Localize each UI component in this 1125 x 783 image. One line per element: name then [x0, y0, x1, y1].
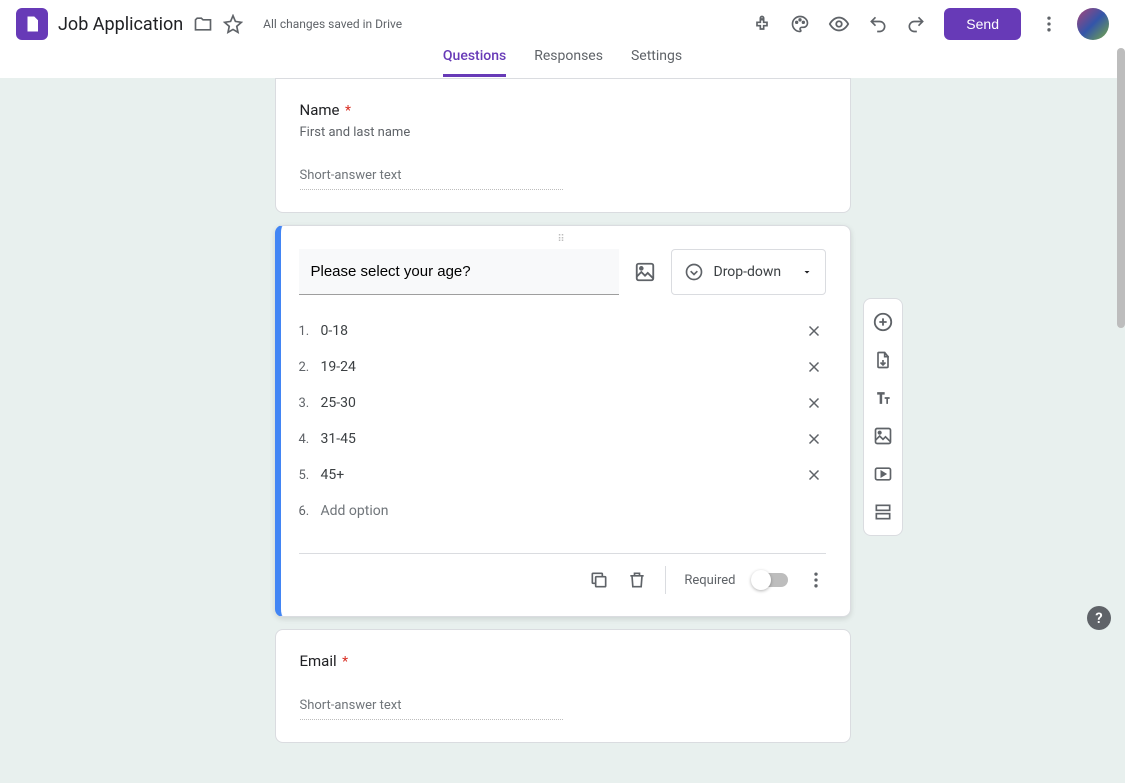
- option-number: 4.: [299, 432, 321, 447]
- add-title-icon[interactable]: [868, 383, 898, 413]
- short-answer-placeholder: Short-answer text: [300, 698, 563, 720]
- chevron-down-icon: [801, 266, 813, 278]
- remove-option-icon[interactable]: [802, 466, 826, 484]
- question-footer: Required: [299, 553, 826, 594]
- more-icon[interactable]: [1039, 14, 1059, 34]
- save-status: All changes saved in Drive: [263, 17, 402, 31]
- add-question-icon[interactable]: [868, 307, 898, 337]
- header-right: Send: [752, 8, 1109, 40]
- question-title-input[interactable]: [299, 249, 619, 295]
- required-toggle[interactable]: [754, 573, 788, 587]
- option-row[interactable]: 4. 31-45: [299, 421, 826, 457]
- dropdown-type-icon: [684, 262, 704, 282]
- short-answer-placeholder: Short-answer text: [300, 168, 563, 190]
- preview-icon[interactable]: [828, 13, 850, 35]
- option-value[interactable]: 45+: [321, 467, 802, 483]
- tab-settings[interactable]: Settings: [631, 48, 682, 77]
- addons-icon[interactable]: [752, 14, 772, 34]
- add-image-toolbar-icon[interactable]: [868, 421, 898, 451]
- dropdown-options-list: 1. 0-18 2. 19-24 3. 25-30 4. 31-45: [299, 313, 826, 529]
- question-more-icon[interactable]: [806, 570, 826, 590]
- remove-option-icon[interactable]: [802, 394, 826, 412]
- star-icon[interactable]: [223, 14, 243, 34]
- required-asterisk: *: [342, 654, 348, 670]
- tabs-bar: Questions Responses Settings: [0, 48, 1125, 78]
- add-section-icon[interactable]: [868, 497, 898, 527]
- help-icon[interactable]: ?: [1087, 606, 1111, 630]
- option-number: 5.: [299, 468, 321, 483]
- workspace: Name * First and last name Short-answer …: [0, 78, 1125, 783]
- add-video-icon[interactable]: [868, 459, 898, 489]
- redo-icon[interactable]: [906, 14, 926, 34]
- option-row[interactable]: 2. 19-24: [299, 349, 826, 385]
- required-label: Required: [684, 573, 735, 588]
- send-button[interactable]: Send: [944, 8, 1021, 40]
- question-editor-row: Drop-down: [299, 249, 826, 295]
- add-option-row[interactable]: 6. Add option: [299, 493, 826, 529]
- tab-responses[interactable]: Responses: [534, 48, 603, 77]
- separator: [665, 566, 666, 594]
- import-questions-icon[interactable]: [868, 345, 898, 375]
- delete-icon[interactable]: [627, 570, 647, 590]
- add-option-label[interactable]: Add option: [321, 503, 826, 519]
- undo-icon[interactable]: [868, 14, 888, 34]
- move-folder-icon[interactable]: [193, 14, 213, 34]
- add-image-icon[interactable]: [633, 261, 657, 283]
- forms-logo-icon[interactable]: [16, 8, 48, 40]
- remove-option-icon[interactable]: [802, 430, 826, 448]
- option-number: 6.: [299, 504, 321, 519]
- form-canvas: Name * First and last name Short-answer …: [275, 78, 851, 743]
- option-value[interactable]: 25-30: [321, 395, 802, 411]
- question-card-email[interactable]: Email * Short-answer text: [275, 629, 851, 743]
- required-asterisk: *: [345, 103, 351, 119]
- account-avatar[interactable]: [1077, 8, 1109, 40]
- remove-option-icon[interactable]: [802, 322, 826, 340]
- option-value[interactable]: 0-18: [321, 323, 802, 339]
- option-value[interactable]: 31-45: [321, 431, 802, 447]
- question-title-row: Name *: [300, 101, 826, 119]
- question-description: First and last name: [300, 125, 826, 140]
- form-title[interactable]: Job Application: [58, 14, 183, 35]
- question-card-name[interactable]: Name * First and last name Short-answer …: [275, 78, 851, 213]
- question-title: Name: [300, 101, 340, 119]
- question-title-row: Email *: [300, 652, 826, 670]
- floating-toolbar: [863, 298, 903, 536]
- option-row[interactable]: 1. 0-18: [299, 313, 826, 349]
- palette-icon[interactable]: [790, 14, 810, 34]
- option-row[interactable]: 5. 45+: [299, 457, 826, 493]
- option-number: 2.: [299, 360, 321, 375]
- drag-handle-icon[interactable]: ⠿: [299, 234, 826, 245]
- remove-option-icon[interactable]: [802, 358, 826, 376]
- option-value[interactable]: 19-24: [321, 359, 802, 375]
- question-type-label: Drop-down: [714, 264, 782, 280]
- question-card-age[interactable]: ⠿ Drop-down 1. 0-18: [275, 225, 851, 617]
- question-type-selector[interactable]: Drop-down: [671, 249, 826, 295]
- question-title: Email: [300, 652, 337, 670]
- option-number: 3.: [299, 396, 321, 411]
- option-number: 1.: [299, 324, 321, 339]
- header-left: Job Application All changes saved in Dri…: [16, 8, 402, 40]
- app-header: Job Application All changes saved in Dri…: [0, 0, 1125, 48]
- option-row[interactable]: 3. 25-30: [299, 385, 826, 421]
- duplicate-icon[interactable]: [589, 570, 609, 590]
- scrollbar-thumb[interactable]: [1117, 48, 1125, 328]
- tab-questions[interactable]: Questions: [443, 48, 506, 77]
